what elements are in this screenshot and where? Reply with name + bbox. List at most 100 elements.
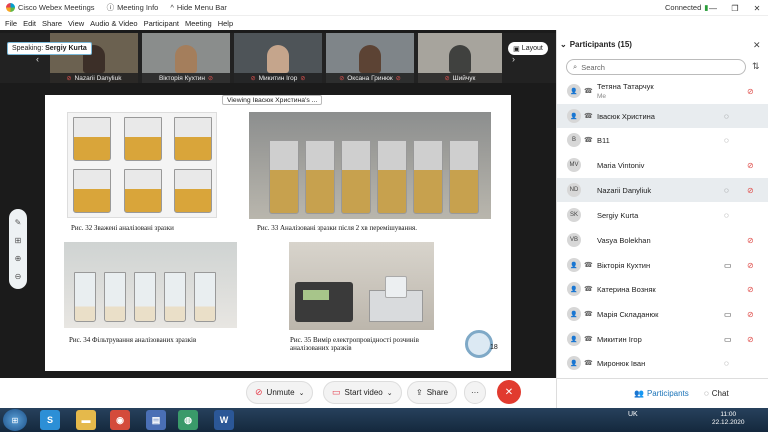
participant-row[interactable]: ND Nazarii Danyliuk ◌ ⊘: [557, 178, 768, 202]
participant-row[interactable]: 👤 ☎ Микитин Ігор ▭ ⊘: [557, 327, 768, 351]
chat-tab-button[interactable]: ◌ Chat: [700, 385, 733, 401]
video-tile[interactable]: ⊘ Шийчук: [418, 33, 502, 83]
menu-file[interactable]: File: [2, 19, 20, 28]
menu-edit[interactable]: Edit: [20, 19, 39, 28]
start-button[interactable]: ⊞: [3, 409, 27, 431]
participant-row[interactable]: B ☎ B11 ◌: [557, 128, 768, 152]
save-icon[interactable]: ▤: [146, 410, 166, 430]
hide-menu-bar-button[interactable]: ^ Hide Menu Bar: [164, 3, 233, 12]
meeting-info-button[interactable]: ⓘ Meeting Info: [101, 2, 165, 13]
skype-icon[interactable]: S: [40, 410, 60, 430]
caption-fig-33: Рис. 33 Аналізовані зразки після 2 хв пе…: [257, 224, 417, 232]
participant-name: Вікторія Кухтин: [597, 260, 651, 270]
participant-name: Миронюк Іван: [597, 358, 646, 368]
scroll-right-icon[interactable]: ›: [512, 54, 515, 64]
annotate-icon[interactable]: ✎: [15, 218, 22, 227]
clock-time: 11:00: [720, 411, 737, 418]
annotation-float-button[interactable]: [465, 330, 493, 358]
end-call-button[interactable]: ✕: [497, 380, 521, 404]
hide-menu-label: Hide Menu Bar: [176, 3, 227, 12]
chrome-icon[interactable]: ◉: [110, 410, 130, 430]
chevron-up-icon: ^: [170, 3, 174, 12]
chat-icon[interactable]: ◌: [724, 359, 729, 368]
participant-name: B11: [597, 135, 610, 145]
chat-icon[interactable]: ◌: [724, 186, 729, 195]
menu-participant[interactable]: Participant: [141, 19, 182, 28]
chat-icon: ◌: [704, 388, 709, 398]
video-tile[interactable]: ⊘ Nazarii Danyliuk: [50, 33, 138, 83]
video-tile-name: Шийчук: [452, 74, 476, 82]
participant-name: Sergiy Kurta: [597, 210, 639, 220]
share-toolbar: ✎ ⊞ ⊕ ⊖: [9, 209, 27, 289]
layout-label: Layout: [521, 45, 543, 52]
clock[interactable]: 11:00 22.12.2020: [712, 411, 745, 427]
participant-row[interactable]: 👤 ☎ Івасюк Христина ◌: [557, 104, 768, 128]
caption-fig-32: Рис. 32 Зважені аналізовані зразки: [71, 224, 174, 232]
avatar: 👤: [567, 282, 581, 296]
share-button[interactable]: ⇪ Share: [407, 381, 458, 404]
menu-meeting[interactable]: Meeting: [182, 19, 215, 28]
start-video-button[interactable]: ▭ Start video ⌄: [323, 381, 402, 404]
avatar: MV: [567, 158, 581, 172]
layout-button[interactable]: ▣ Layout: [508, 42, 548, 55]
panel-title: Participants (15): [569, 40, 632, 49]
menu-help[interactable]: Help: [215, 19, 236, 28]
phone-icon: ☎: [584, 336, 593, 343]
participant-row[interactable]: 👤 ☎ Тетяна Татарчук Me ⊘: [557, 79, 768, 103]
menu-share[interactable]: Share: [39, 19, 65, 28]
fit-icon[interactable]: ⊞: [15, 236, 22, 245]
zoom-in-icon[interactable]: ⊕: [15, 254, 22, 263]
language-indicator[interactable]: UK: [628, 411, 638, 418]
maximize-button[interactable]: ❐: [724, 4, 746, 13]
participant-role: Me: [597, 93, 607, 100]
mic-muted-icon: ⊘: [747, 309, 754, 319]
video-tile[interactable]: ⊘ Микитин Ігор ⊘: [234, 33, 322, 83]
participant-row[interactable]: 👤 ☎ Вікторія Кухтин ▭ ⊘: [557, 253, 768, 277]
active-speaker-label: Speaking: Sergiy Kurta: [7, 42, 92, 55]
chat-icon[interactable]: ◌: [724, 136, 729, 145]
participant-row[interactable]: MV Maria Vintoniv ⊘: [557, 153, 768, 177]
minimize-button[interactable]: —: [702, 4, 724, 13]
folder-icon[interactable]: ▬: [76, 410, 96, 430]
clock-date: 22.12.2020: [712, 419, 745, 426]
participant-row[interactable]: SK Sergiy Kurta ◌: [557, 203, 768, 227]
chat-icon[interactable]: ◌: [724, 211, 729, 220]
scroll-left-icon[interactable]: ‹: [36, 54, 39, 64]
mic-muted-icon: ⊘: [444, 75, 450, 82]
slide-photo-filtering: [64, 242, 237, 328]
more-options-button[interactable]: ···: [464, 381, 486, 404]
panel-header[interactable]: ⌄ Participants (15): [560, 40, 632, 49]
participants-tab-label: Participants: [646, 388, 689, 398]
unmute-button[interactable]: ⊘ Unmute ⌄: [246, 381, 314, 404]
avatar: VB: [567, 233, 581, 247]
participant-row[interactable]: 👤 ☎ Миронюк Іван ◌: [557, 351, 768, 375]
video-tile-name: Nazarii Danyliuk: [74, 74, 122, 82]
slide-page-number: 18: [490, 344, 498, 351]
webex-icon[interactable]: ◍: [178, 410, 198, 430]
participant-row[interactable]: 👤 ☎ Марія Складанюк ▭ ⊘: [557, 302, 768, 326]
participant-search-input[interactable]: ⌕ Search: [566, 59, 746, 75]
participant-name: Марія Складанюк: [597, 309, 659, 319]
viewing-banner[interactable]: Viewing Івасюк Христина's ...: [222, 95, 323, 105]
video-tile[interactable]: ⊘ Оксана Гринюк ⊘: [326, 33, 414, 83]
sort-icon[interactable]: ⇅: [752, 61, 760, 72]
menu-view[interactable]: View: [65, 19, 87, 28]
participant-row[interactable]: 👤 ☎ Катерина Возняк ⊘: [557, 277, 768, 301]
video-tile[interactable]: Вікторія Кухтин ⊘: [142, 33, 230, 83]
close-button[interactable]: ✕: [746, 4, 768, 13]
slide-photo-conductivity: [289, 242, 434, 330]
mic-muted-icon: ⊘: [747, 284, 754, 294]
chevron-down-icon: ⌄: [298, 389, 305, 397]
word-icon[interactable]: W: [214, 410, 234, 430]
zoom-out-icon[interactable]: ⊖: [15, 272, 22, 281]
close-icon[interactable]: ✕: [753, 40, 761, 51]
chat-icon[interactable]: ◌: [724, 112, 729, 121]
avatar: 👤: [567, 109, 581, 123]
participant-row[interactable]: VB Vasya Bolekhan ⊘: [557, 228, 768, 252]
info-icon: ⓘ: [106, 3, 115, 12]
mic-muted-icon: ⊘: [250, 75, 256, 82]
video-strip: ⊘ Nazarii Danyliuk Вікторія Кухтин ⊘ ⊘ Мики…: [0, 33, 556, 83]
webex-logo-icon: [6, 3, 15, 12]
participants-tab-button[interactable]: 👥 Participants: [630, 385, 693, 401]
menu-audio-video[interactable]: Audio & Video: [87, 19, 140, 28]
